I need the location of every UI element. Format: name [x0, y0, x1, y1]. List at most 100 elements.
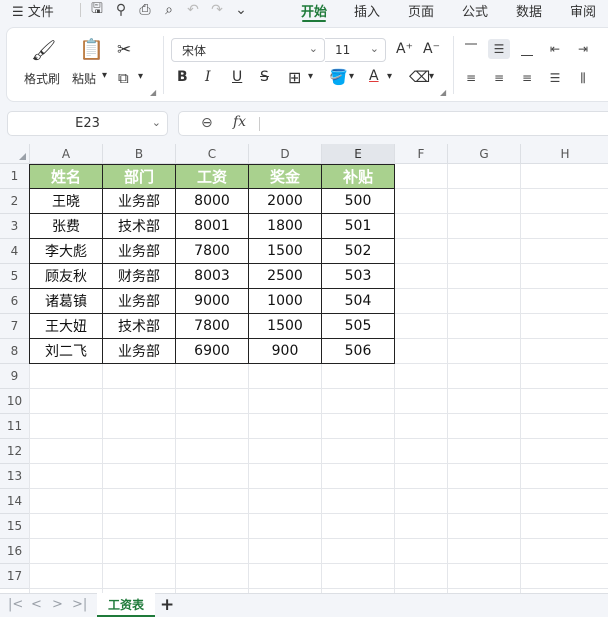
increase-indent-icon[interactable]: ⇥ — [572, 39, 594, 59]
tab-page[interactable]: 页面 — [408, 1, 434, 20]
table-cell[interactable]: 技术部 — [103, 314, 175, 338]
align-left-icon[interactable]: ≡ — [460, 68, 482, 88]
table-cell[interactable]: 1800 — [249, 214, 321, 238]
distribute-icon[interactable]: ⫼ — [572, 68, 594, 88]
column-header-b[interactable]: B — [103, 144, 176, 164]
table-header-cell[interactable]: 部门 — [103, 164, 175, 188]
table-header-cell[interactable]: 奖金 — [249, 164, 321, 188]
bold-icon[interactable]: B — [177, 69, 188, 85]
print-icon[interactable]: ⎙ — [133, 0, 157, 20]
column-header-g[interactable]: G — [448, 144, 521, 164]
table-cell[interactable]: 505 — [322, 314, 394, 338]
function-icon[interactable]: fx — [233, 114, 246, 130]
file-menu[interactable]: ☰ 文件 — [12, 1, 54, 20]
chevron-down-icon[interactable]: ⌄ — [152, 116, 161, 129]
first-sheet-icon[interactable]: |< — [8, 597, 23, 612]
tab-home[interactable]: 开始 — [301, 1, 327, 20]
table-cell[interactable]: 1500 — [249, 239, 321, 263]
save-icon[interactable]: 🖫 — [85, 0, 109, 20]
tab-insert[interactable]: 插入 — [354, 1, 380, 20]
row-header-16[interactable]: 16 — [0, 539, 30, 564]
table-cell[interactable]: 502 — [322, 239, 394, 263]
table-cell[interactable]: 7800 — [176, 239, 248, 263]
align-center-icon[interactable]: ≡ — [488, 68, 510, 88]
row-header-12[interactable]: 12 — [0, 439, 30, 464]
table-header-cell[interactable]: 补贴 — [322, 164, 394, 188]
chevron-down-icon[interactable]: ▾ — [102, 70, 107, 81]
next-sheet-icon[interactable]: > — [52, 597, 63, 612]
select-all-corner[interactable] — [0, 144, 30, 164]
redo-icon[interactable]: ↷ — [205, 0, 229, 20]
chevron-down-icon[interactable]: ▾ — [138, 71, 143, 82]
row-header-3[interactable]: 3 — [0, 214, 30, 239]
table-cell[interactable]: 503 — [322, 264, 394, 288]
column-header-c[interactable]: C — [176, 144, 249, 164]
shrink-font-icon[interactable]: A⁻ — [423, 41, 440, 57]
table-cell[interactable]: 7800 — [176, 314, 248, 338]
row-header-10[interactable]: 10 — [0, 389, 30, 414]
align-middle-icon[interactable]: ☰ — [488, 39, 510, 59]
undo-icon[interactable]: ↶ — [181, 0, 205, 20]
table-cell[interactable]: 8000 — [176, 189, 248, 213]
row-header-13[interactable]: 13 — [0, 464, 30, 489]
row-header-9[interactable]: 9 — [0, 364, 30, 389]
print-preview-icon[interactable]: ⌕ — [157, 0, 181, 20]
column-header-h[interactable]: H — [521, 144, 608, 164]
table-cell[interactable]: 504 — [322, 289, 394, 313]
chevron-down-icon[interactable]: ▾ — [349, 71, 354, 82]
row-header-8[interactable]: 8 — [0, 339, 30, 364]
name-box[interactable]: E23 ⌄ — [7, 111, 168, 136]
tab-review[interactable]: 审阅 — [570, 1, 596, 20]
last-sheet-icon[interactable]: >| — [72, 597, 87, 612]
table-cell[interactable]: 张费 — [30, 214, 102, 238]
chevron-down-icon[interactable]: ▾ — [308, 71, 313, 82]
table-cell[interactable]: 财务部 — [103, 264, 175, 288]
format-painter-label[interactable]: 格式刷 — [24, 70, 60, 87]
underline-icon[interactable]: U — [232, 69, 242, 85]
justify-icon[interactable]: ☰ — [544, 68, 566, 88]
column-header-e[interactable]: E — [322, 144, 395, 164]
table-cell[interactable]: 8001 — [176, 214, 248, 238]
dialog-launcher-icon[interactable]: ◢ — [150, 88, 156, 97]
table-cell[interactable]: 技术部 — [103, 214, 175, 238]
table-cell[interactable]: 6900 — [176, 339, 248, 363]
table-cell[interactable]: 刘二飞 — [30, 339, 102, 363]
row-header-4[interactable]: 4 — [0, 239, 30, 264]
table-header-cell[interactable]: 工资 — [176, 164, 248, 188]
format-painter-icon[interactable]: ⚲ — [109, 0, 133, 20]
row-header-5[interactable]: 5 — [0, 264, 30, 289]
font-name-select[interactable]: 宋体 ⌄ — [171, 38, 325, 62]
table-cell[interactable]: 顾友秋 — [30, 264, 102, 288]
eraser-icon[interactable]: ⌫ — [409, 68, 430, 86]
table-cell[interactable]: 2000 — [249, 189, 321, 213]
table-cell[interactable]: 王大妞 — [30, 314, 102, 338]
grow-font-icon[interactable]: A⁺ — [396, 41, 413, 57]
align-bottom-icon[interactable]: ⎽ — [516, 39, 538, 59]
table-cell[interactable]: 李大彪 — [30, 239, 102, 263]
row-header-17[interactable]: 17 — [0, 564, 30, 589]
table-cell[interactable]: 500 — [322, 189, 394, 213]
row-header-14[interactable]: 14 — [0, 489, 30, 514]
table-cell[interactable]: 业务部 — [103, 189, 175, 213]
scissors-icon[interactable]: ✂ — [117, 40, 131, 60]
table-cell[interactable]: 9000 — [176, 289, 248, 313]
border-icon[interactable]: ⊞ — [288, 68, 301, 87]
strikethrough-icon[interactable]: S — [260, 69, 269, 85]
decrease-indent-icon[interactable]: ⇤ — [544, 39, 566, 59]
prev-sheet-icon[interactable]: < — [31, 597, 42, 612]
table-cell[interactable]: 506 — [322, 339, 394, 363]
add-sheet-button[interactable]: + — [160, 595, 174, 615]
table-cell[interactable]: 900 — [249, 339, 321, 363]
dialog-launcher-icon[interactable]: ◢ — [440, 88, 446, 97]
copy-icon[interactable]: ⧉ — [118, 69, 129, 87]
paste-icon[interactable]: 📋 — [79, 37, 104, 61]
table-cell[interactable]: 王晓 — [30, 189, 102, 213]
more-icon[interactable]: ⌄ — [229, 0, 253, 20]
spreadsheet-grid[interactable]: A B C D E F G H 1 2 3 4 5 6 7 8 9 10 11 12 13 14 15 16 17 姓名 部门 工资奖… — [0, 144, 608, 593]
formula-bar[interactable]: ⊖ fx — [178, 111, 608, 136]
paste-label[interactable]: 粘贴 — [72, 70, 96, 87]
column-header-f[interactable]: F — [395, 144, 448, 164]
font-color-icon[interactable]: A — [369, 68, 379, 84]
format-painter-icon[interactable]: 🖌 — [31, 38, 56, 62]
table-cell[interactable]: 诸葛镇 — [30, 289, 102, 313]
